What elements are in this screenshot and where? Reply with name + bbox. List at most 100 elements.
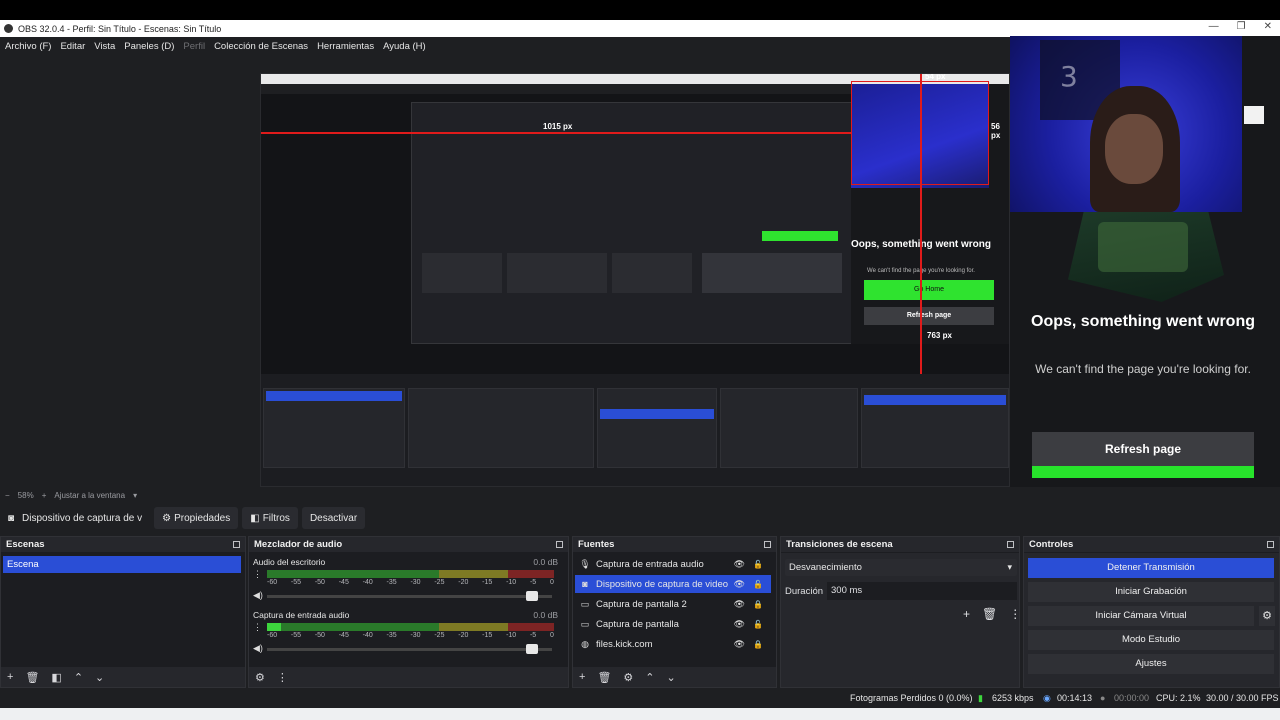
speaker-icon[interactable]: ◀) — [253, 643, 263, 654]
undock-icon[interactable] — [1007, 541, 1014, 548]
lock-icon[interactable]: 🔒 — [753, 640, 763, 649]
start-recording-button[interactable]: Iniciar Grabación — [1028, 582, 1274, 602]
menu-scene-collection[interactable]: Colección de Escenas — [214, 41, 308, 52]
nested-refresh: Refresh page — [864, 307, 994, 325]
volume-slider[interactable] — [267, 644, 552, 654]
audio-meter — [267, 570, 554, 578]
deactivate-button[interactable]: Desactivar — [301, 507, 366, 529]
zoom-fit-label[interactable]: Ajustar a la ventana — [54, 491, 125, 500]
lock-icon[interactable]: 🔓 — [753, 580, 763, 589]
jersey-number: 3 — [1060, 60, 1078, 93]
measure-left-label: 1015 px — [543, 122, 573, 131]
preview-area[interactable]: Oops, something went wrong We can't find… — [0, 36, 1280, 487]
add-icon[interactable]: + — [963, 607, 970, 621]
zoom-value: 58% — [17, 490, 34, 500]
add-icon[interactable]: + — [7, 671, 13, 683]
trash-icon[interactable]: 🗑 — [25, 671, 39, 684]
controls-dock: Controles Detener Transmisión Iniciar Gr… — [1023, 536, 1280, 688]
trash-icon[interactable]: 🗑 — [982, 607, 997, 621]
measure-right-label: 56 px — [991, 122, 1001, 140]
arrow-up-icon[interactable]: ⌃ — [645, 671, 654, 684]
channel-name: Audio del escritorio — [253, 557, 326, 567]
menu-docks[interactable]: Paneles (D) — [124, 41, 174, 52]
eye-icon[interactable]: 👁 — [734, 559, 745, 570]
start-virtual-camera-button[interactable]: Iniciar Cámara Virtual — [1028, 606, 1254, 626]
menu-help[interactable]: Ayuda (H) — [383, 41, 426, 52]
arrow-down-icon[interactable]: ⌄ — [667, 671, 676, 684]
zoom-bar: − 58% + Ajustar a la ventana ▾ — [0, 488, 260, 502]
maximize-icon[interactable]: ❐ — [1237, 21, 1246, 32]
menu-dots-icon[interactable]: ⋮ — [253, 622, 262, 633]
menu-tools[interactable]: Herramientas — [317, 41, 374, 52]
trash-icon[interactable]: 🗑 — [597, 671, 611, 684]
meter-scale: -60 -55 -50 -45 -40 -35 -30 -25 -20 -15 -10 -5 0 — [267, 579, 554, 586]
virtual-camera-settings-icon[interactable]: ⚙ — [1259, 606, 1275, 626]
channel-db: 0.0 dB — [533, 557, 558, 567]
signal-icon: ▮ — [978, 693, 983, 703]
nested-preview — [411, 102, 853, 344]
menu-profile[interactable]: Perfil — [183, 41, 205, 52]
menu-file[interactable]: Archivo (F) — [5, 41, 51, 52]
eye-icon[interactable]: 👁 — [734, 619, 745, 630]
menu-edit[interactable]: Editar — [60, 41, 85, 52]
filter-icon: ◧ — [250, 512, 260, 524]
advanced-audio-icon[interactable]: ⚙ — [255, 671, 265, 684]
skateboard-image — [1068, 212, 1224, 302]
studio-mode-button[interactable]: Modo Estudio — [1028, 630, 1274, 650]
source-item[interactable]: ◙ Dispositivo de captura de video 👁 🔓 — [575, 575, 771, 593]
gear-icon[interactable]: ⚙ — [623, 671, 633, 684]
filters-button[interactable]: ◧ Filtros — [242, 507, 298, 529]
measure-top-label: 54 px — [925, 73, 946, 81]
menu-view[interactable]: Vista — [94, 41, 115, 52]
volume-slider[interactable] — [267, 591, 552, 601]
lock-icon[interactable]: 🔒 — [753, 600, 763, 609]
transition-select[interactable]: Desvanecimiento — [785, 559, 1017, 576]
menu-dots-icon[interactable]: ⋮ — [1009, 607, 1021, 621]
camera-feed: 3 — [1010, 36, 1242, 212]
duration-field[interactable]: 300 ms — [827, 582, 1017, 600]
record-time: 00:00:00 — [1114, 693, 1150, 703]
undock-icon[interactable] — [764, 541, 771, 548]
close-icon[interactable]: ✕ — [1264, 21, 1272, 32]
menu-dots-icon[interactable]: ⋮ — [277, 671, 288, 684]
top-black-strip — [0, 0, 1280, 20]
duration-label: Duración — [785, 586, 824, 597]
properties-button[interactable]: ⚙ Propiedades — [154, 507, 239, 529]
arrow-down-icon[interactable]: ⌄ — [95, 671, 104, 684]
lock-icon[interactable]: 🔓 — [753, 620, 763, 629]
eye-icon[interactable]: 👁 — [734, 579, 745, 590]
chevron-down-icon[interactable]: ▾ — [133, 491, 137, 500]
speaker-icon[interactable]: ◀) — [253, 590, 263, 601]
bitrate: 6253 kbps — [992, 693, 1034, 703]
source-item[interactable]: ▭ Captura de pantalla 2 👁 🔒 — [575, 595, 771, 613]
fps: 30.00 / 30.00 FPS — [1206, 693, 1279, 703]
minimize-icon[interactable]: — — [1209, 21, 1219, 32]
measure-bottom-label: 763 px — [927, 331, 952, 340]
settings-button[interactable]: Ajustes — [1028, 654, 1274, 674]
scene-item[interactable]: Escena — [3, 556, 241, 573]
sources-title: Fuentes — [578, 539, 615, 550]
undock-icon[interactable] — [1267, 541, 1274, 548]
source-item[interactable]: ◍ files.kick.com 👁 🔒 — [575, 635, 771, 653]
arrow-up-icon[interactable]: ⌃ — [74, 671, 83, 684]
source-item[interactable]: 🎙 Captura de entrada audio 👁 🔓 — [575, 555, 771, 573]
channel-db: 0.0 dB — [533, 610, 558, 620]
zoom-in-button[interactable]: + — [42, 491, 47, 500]
undock-icon[interactable] — [233, 541, 240, 548]
add-icon[interactable]: + — [579, 671, 585, 683]
scenes-dock: Escenas Escena + 🗑 ◧ ⌃ ⌄ — [0, 536, 246, 688]
eye-icon[interactable]: 👁 — [734, 639, 745, 650]
eye-icon[interactable]: 👁 — [734, 599, 745, 610]
stop-streaming-button[interactable]: Detener Transmisión — [1028, 558, 1274, 578]
oops-subtitle: We can't find the page you're looking fo… — [1035, 362, 1251, 376]
lock-icon[interactable]: 🔓 — [753, 560, 763, 569]
preview-canvas[interactable]: Oops, something went wrong We can't find… — [260, 73, 1010, 487]
zoom-out-button[interactable]: − — [5, 491, 10, 500]
obs-logo-icon — [4, 24, 13, 33]
source-item[interactable]: ▭ Captura de pantalla 👁 🔓 — [575, 615, 771, 633]
filter-icon[interactable]: ◧ — [51, 671, 61, 684]
source-name: ◙ Dispositivo de captura de v — [8, 512, 143, 524]
undock-icon[interactable] — [556, 541, 563, 548]
menu-dots-icon[interactable]: ⋮ — [253, 569, 262, 580]
audio-meter — [267, 623, 554, 631]
